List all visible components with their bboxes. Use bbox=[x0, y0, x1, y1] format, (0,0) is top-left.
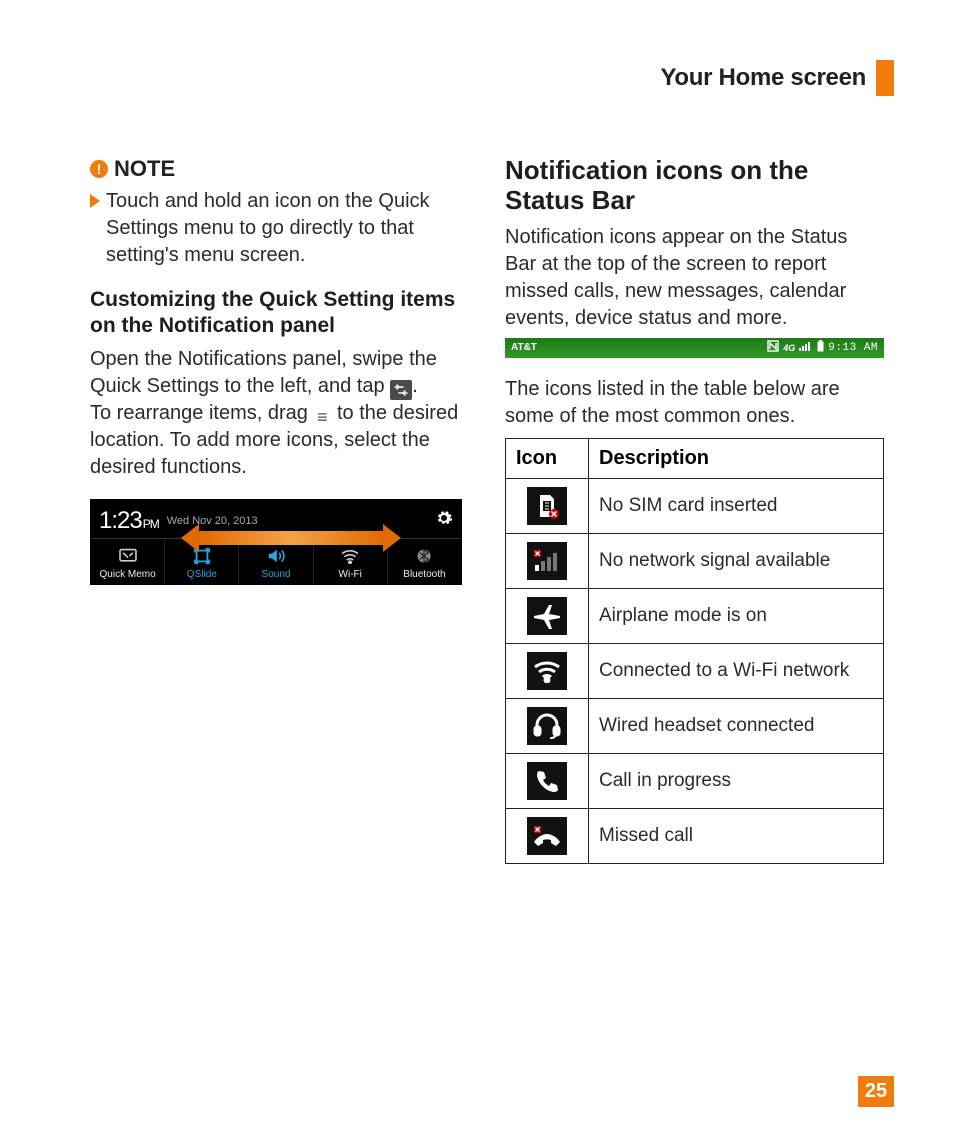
no-signal-icon bbox=[527, 542, 567, 580]
desc-2: Airplane mode is on bbox=[589, 588, 884, 643]
intro-text: Notification icons appear on the Status … bbox=[505, 224, 884, 332]
qs-label-1: QSlide bbox=[165, 569, 238, 580]
airplane-icon bbox=[527, 597, 567, 635]
alert-icon: ! bbox=[90, 160, 108, 178]
status-time: 9:13 AM bbox=[828, 342, 878, 354]
arrow-right-icon bbox=[383, 524, 401, 552]
drag-handle-icon: ≡ bbox=[313, 409, 331, 425]
bullet-triangle-icon bbox=[90, 194, 100, 208]
signal-icon bbox=[799, 341, 813, 354]
table-header-row: Icon Description bbox=[506, 438, 884, 478]
qs-ampm: PM bbox=[143, 517, 159, 531]
note-heading: ! NOTE bbox=[90, 156, 469, 182]
desc-5: Call in progress bbox=[589, 753, 884, 808]
arrow-bar bbox=[199, 531, 383, 545]
note-text: Touch and hold an icon on the Quick Sett… bbox=[106, 188, 469, 269]
subheading-customizing: Customizing the Quick Setting items on t… bbox=[90, 287, 469, 340]
para1-b: . bbox=[412, 375, 418, 397]
page-header: Your Home screen bbox=[90, 60, 894, 96]
missed-call-icon bbox=[527, 817, 567, 855]
desc-4: Wired headset connected bbox=[589, 698, 884, 753]
gear-icon bbox=[435, 509, 453, 532]
qs-time: 1:23PM bbox=[99, 507, 159, 535]
table-row: No SIM card inserted bbox=[506, 478, 884, 533]
th-icon: Icon bbox=[506, 438, 589, 478]
edit-toggle-icon bbox=[390, 380, 412, 400]
qslide-icon bbox=[165, 545, 238, 567]
para-rearrange: To rearrange items, drag ≡ to the desire… bbox=[90, 400, 469, 481]
quick-settings-screenshot: 1:23PM Wed Nov 20, 2013 Quick Memo bbox=[90, 499, 462, 585]
table-row: Wired headset connected bbox=[506, 698, 884, 753]
table-row: Airplane mode is on bbox=[506, 588, 884, 643]
right-column: Notification icons on the Status Bar Not… bbox=[505, 156, 884, 864]
table-row: No network signal available bbox=[506, 533, 884, 588]
no-sim-icon bbox=[527, 487, 567, 525]
quickmemo-icon bbox=[91, 545, 164, 567]
arrow-left-icon bbox=[181, 524, 199, 552]
qs-topbar: 1:23PM Wed Nov 20, 2013 bbox=[91, 500, 461, 538]
icon-table: Icon Description No SIM card inserted No… bbox=[505, 438, 884, 864]
page-number: 25 bbox=[858, 1076, 894, 1107]
table-row: Connected to a Wi-Fi network bbox=[506, 643, 884, 698]
swipe-arrow bbox=[181, 528, 401, 548]
left-column: ! NOTE Touch and hold an icon on the Qui… bbox=[90, 156, 469, 864]
desc-6: Missed call bbox=[589, 808, 884, 863]
nfc-icon bbox=[767, 340, 779, 355]
headset-icon bbox=[527, 707, 567, 745]
qs-label-3: Wi-Fi bbox=[314, 569, 387, 580]
desc-0: No SIM card inserted bbox=[589, 478, 884, 533]
after-strip-text: The icons listed in the table below are … bbox=[505, 376, 884, 430]
table-row: Call in progress bbox=[506, 753, 884, 808]
para-open-panel: Open the Notifications panel, swipe the … bbox=[90, 346, 469, 400]
qs-label-4: Bluetooth bbox=[388, 569, 461, 580]
qs-time-val: 1:23 bbox=[99, 507, 142, 534]
qs-label-0: Quick Memo bbox=[91, 569, 164, 580]
desc-3: Connected to a Wi-Fi network bbox=[589, 643, 884, 698]
note-label: NOTE bbox=[114, 156, 175, 182]
sound-icon bbox=[239, 545, 312, 567]
note-bullet: Touch and hold an icon on the Quick Sett… bbox=[90, 188, 469, 269]
wifi-small-icon bbox=[314, 545, 387, 567]
th-desc: Description bbox=[589, 438, 884, 478]
header-title: Your Home screen bbox=[661, 64, 867, 92]
heading-notification-icons: Notification icons on the Status Bar bbox=[505, 156, 884, 216]
qs-label-2: Sound bbox=[239, 569, 312, 580]
table-row: Missed call bbox=[506, 808, 884, 863]
qs-item-quickmemo: Quick Memo bbox=[91, 539, 165, 584]
status-bar-strip: AT&T 4G 9:13 AM bbox=[505, 338, 884, 358]
battery-icon bbox=[817, 340, 824, 355]
para1-a: Open the Notifications panel, swipe the … bbox=[90, 348, 437, 397]
4g-icon: 4G bbox=[783, 343, 795, 353]
para2-a: To rearrange items, drag bbox=[90, 402, 313, 424]
wifi-icon bbox=[527, 652, 567, 690]
carrier-label: AT&T bbox=[511, 342, 537, 353]
call-icon bbox=[527, 762, 567, 800]
desc-1: No network signal available bbox=[589, 533, 884, 588]
header-accent bbox=[876, 60, 894, 96]
